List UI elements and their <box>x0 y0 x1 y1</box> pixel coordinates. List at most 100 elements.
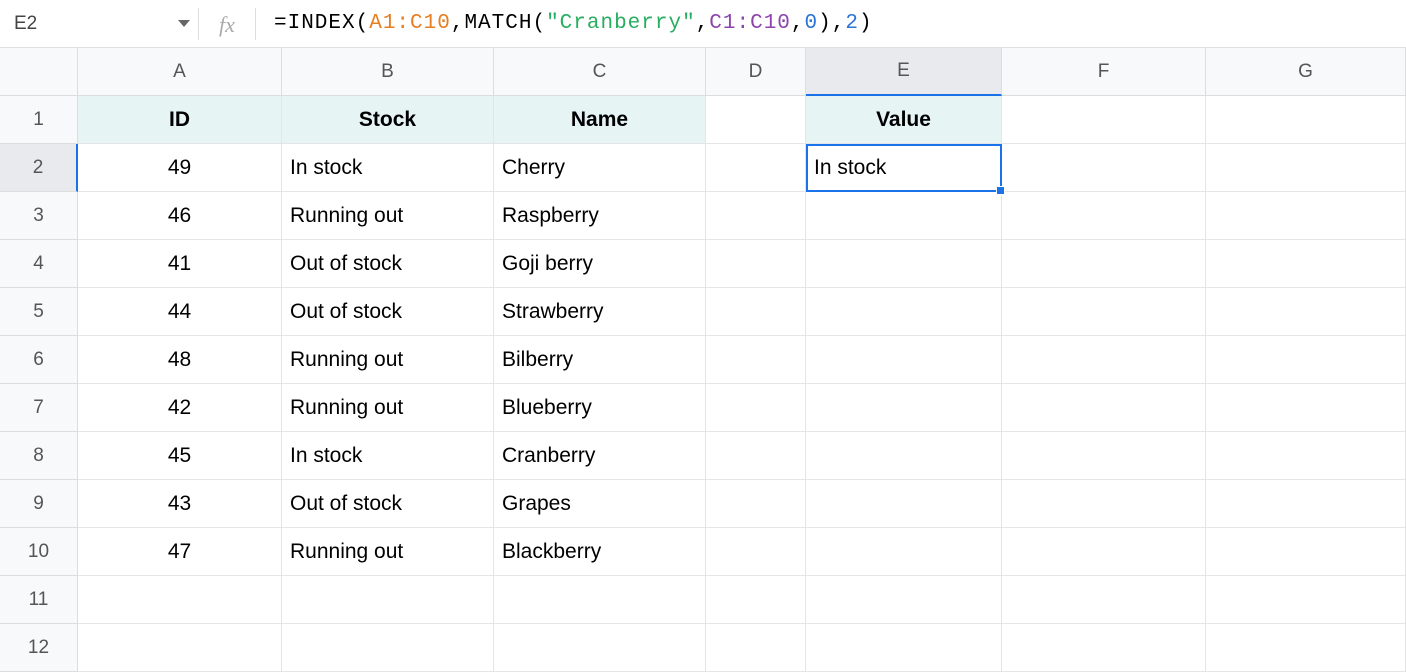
cell-C6[interactable]: Bilberry <box>494 336 706 384</box>
cell-C7[interactable]: Blueberry <box>494 384 706 432</box>
cell-D4[interactable] <box>706 240 806 288</box>
cell-C11[interactable] <box>494 576 706 624</box>
cell-D5[interactable] <box>706 288 806 336</box>
cell-B5[interactable]: Out of stock <box>282 288 494 336</box>
cell-A10[interactable]: 47 <box>78 528 282 576</box>
cell-C10[interactable]: Blackberry <box>494 528 706 576</box>
formula-input[interactable]: =INDEX(A1:C10,MATCH("Cranberry",C1:C10,0… <box>256 0 1406 47</box>
cell-A1[interactable]: ID <box>78 96 282 144</box>
cell-D12[interactable] <box>706 624 806 672</box>
cell-D3[interactable] <box>706 192 806 240</box>
cell-F8[interactable] <box>1002 432 1206 480</box>
cell-B1[interactable]: Stock <box>282 96 494 144</box>
cell-E3[interactable] <box>806 192 1002 240</box>
cell-G8[interactable] <box>1206 432 1406 480</box>
row-header-8[interactable]: 8 <box>0 432 78 480</box>
cell-C1[interactable]: Name <box>494 96 706 144</box>
cell-F4[interactable] <box>1002 240 1206 288</box>
cell-B2[interactable]: In stock <box>282 144 494 192</box>
col-header-C[interactable]: C <box>494 48 706 96</box>
cell-E10[interactable] <box>806 528 1002 576</box>
cells-area[interactable]: ID Stock Name Value 49In stockCherryIn s… <box>78 96 1406 672</box>
cell-E2[interactable]: In stock <box>806 144 1002 192</box>
cell-B3[interactable]: Running out <box>282 192 494 240</box>
row-header-11[interactable]: 11 <box>0 576 78 624</box>
cell-G9[interactable] <box>1206 480 1406 528</box>
cell-G6[interactable] <box>1206 336 1406 384</box>
cell-F11[interactable] <box>1002 576 1206 624</box>
cell-D11[interactable] <box>706 576 806 624</box>
cell-F3[interactable] <box>1002 192 1206 240</box>
cell-D8[interactable] <box>706 432 806 480</box>
cell-C4[interactable]: Goji berry <box>494 240 706 288</box>
fx-icon[interactable]: fx <box>199 10 255 38</box>
row-header-9[interactable]: 9 <box>0 480 78 528</box>
row-header-4[interactable]: 4 <box>0 240 78 288</box>
cell-B8[interactable]: In stock <box>282 432 494 480</box>
cell-G4[interactable] <box>1206 240 1406 288</box>
cell-D2[interactable] <box>706 144 806 192</box>
row-header-6[interactable]: 6 <box>0 336 78 384</box>
cell-E12[interactable] <box>806 624 1002 672</box>
cell-G2[interactable] <box>1206 144 1406 192</box>
row-header-10[interactable]: 10 <box>0 528 78 576</box>
cell-A9[interactable]: 43 <box>78 480 282 528</box>
cell-A7[interactable]: 42 <box>78 384 282 432</box>
row-header-12[interactable]: 12 <box>0 624 78 672</box>
cell-G3[interactable] <box>1206 192 1406 240</box>
cell-F5[interactable] <box>1002 288 1206 336</box>
cell-A8[interactable]: 45 <box>78 432 282 480</box>
cell-G11[interactable] <box>1206 576 1406 624</box>
cell-E5[interactable] <box>806 288 1002 336</box>
col-header-G[interactable]: G <box>1206 48 1406 96</box>
cell-G5[interactable] <box>1206 288 1406 336</box>
cell-F2[interactable] <box>1002 144 1206 192</box>
cell-C2[interactable]: Cherry <box>494 144 706 192</box>
cell-D9[interactable] <box>706 480 806 528</box>
cell-A11[interactable] <box>78 576 282 624</box>
cell-B9[interactable]: Out of stock <box>282 480 494 528</box>
cell-E1[interactable]: Value <box>806 96 1002 144</box>
cell-G12[interactable] <box>1206 624 1406 672</box>
cell-F9[interactable] <box>1002 480 1206 528</box>
cell-F1[interactable] <box>1002 96 1206 144</box>
cell-A12[interactable] <box>78 624 282 672</box>
cell-E4[interactable] <box>806 240 1002 288</box>
cell-G10[interactable] <box>1206 528 1406 576</box>
row-header-5[interactable]: 5 <box>0 288 78 336</box>
row-header-1[interactable]: 1 <box>0 96 78 144</box>
cell-C3[interactable]: Raspberry <box>494 192 706 240</box>
cell-B12[interactable] <box>282 624 494 672</box>
cell-B6[interactable]: Running out <box>282 336 494 384</box>
cell-E9[interactable] <box>806 480 1002 528</box>
cell-A6[interactable]: 48 <box>78 336 282 384</box>
cell-E6[interactable] <box>806 336 1002 384</box>
cell-F10[interactable] <box>1002 528 1206 576</box>
cell-C12[interactable] <box>494 624 706 672</box>
select-all-corner[interactable] <box>0 48 78 96</box>
cell-A2[interactable]: 49 <box>78 144 282 192</box>
cell-B10[interactable]: Running out <box>282 528 494 576</box>
cell-D1[interactable] <box>706 96 806 144</box>
cell-D6[interactable] <box>706 336 806 384</box>
col-header-F[interactable]: F <box>1002 48 1206 96</box>
cell-C9[interactable]: Grapes <box>494 480 706 528</box>
col-header-D[interactable]: D <box>706 48 806 96</box>
cell-A4[interactable]: 41 <box>78 240 282 288</box>
row-header-3[interactable]: 3 <box>0 192 78 240</box>
col-header-A[interactable]: A <box>78 48 282 96</box>
cell-B11[interactable] <box>282 576 494 624</box>
cell-G1[interactable] <box>1206 96 1406 144</box>
cell-B4[interactable]: Out of stock <box>282 240 494 288</box>
cell-C8[interactable]: Cranberry <box>494 432 706 480</box>
chevron-down-icon[interactable] <box>178 20 190 27</box>
col-header-B[interactable]: B <box>282 48 494 96</box>
cell-F6[interactable] <box>1002 336 1206 384</box>
cell-A5[interactable]: 44 <box>78 288 282 336</box>
cell-A3[interactable]: 46 <box>78 192 282 240</box>
cell-F12[interactable] <box>1002 624 1206 672</box>
cell-D10[interactable] <box>706 528 806 576</box>
cell-F7[interactable] <box>1002 384 1206 432</box>
col-header-E[interactable]: E <box>806 48 1002 96</box>
cell-C5[interactable]: Strawberry <box>494 288 706 336</box>
